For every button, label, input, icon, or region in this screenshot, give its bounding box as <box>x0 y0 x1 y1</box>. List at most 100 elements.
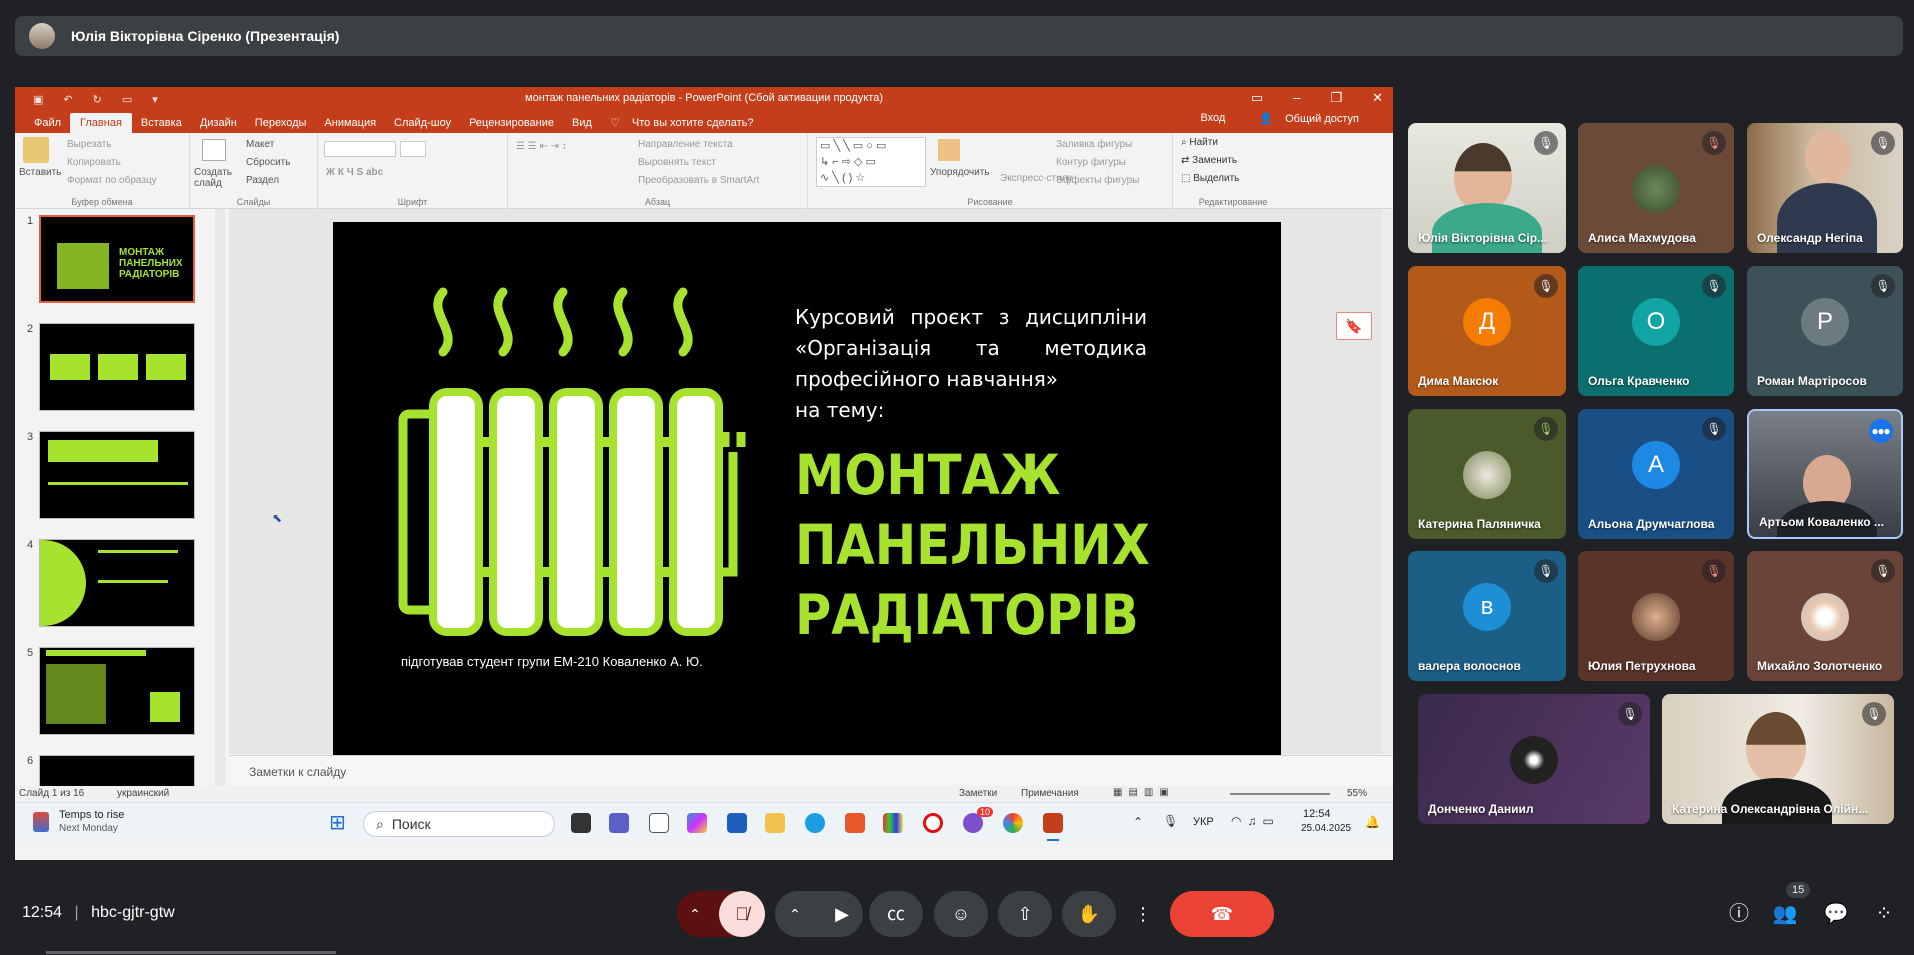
tab-view[interactable]: Вид <box>563 117 601 133</box>
minimize-icon[interactable]: – <box>1293 90 1300 106</box>
editor-scrollbar[interactable] <box>1381 209 1393 754</box>
bookmark-icon[interactable]: 🔖 <box>1336 312 1372 340</box>
participant-tile[interactable]: 🎙 Михайло Золотченко <box>1747 551 1903 681</box>
bold-icon[interactable]: Ж К Ч S abc <box>326 167 383 178</box>
taskbar-search[interactable]: ⌕ Поиск <box>363 811 555 837</box>
weather-title[interactable]: Temps to rise <box>59 809 124 821</box>
tray-mic-icon[interactable]: 🎙 <box>1163 814 1178 828</box>
tray-status-icons[interactable]: ◠♫▭ <box>1231 814 1280 828</box>
slide-thumb-3[interactable] <box>39 431 195 519</box>
smartart-button[interactable]: Преобразовать в SmartArt <box>638 175 759 186</box>
share-button[interactable]: 👤 Общий доступ <box>1250 112 1377 129</box>
chrome-icon[interactable] <box>1003 813 1023 833</box>
participant-tile[interactable]: 🎙 Юлия Петрухнова <box>1578 551 1734 681</box>
paste-button[interactable]: Вставить <box>19 167 61 178</box>
tray-date[interactable]: 25.04.2025 <box>1301 823 1351 834</box>
participant-tile[interactable]: 🎙 Катерина Паляничка <box>1408 409 1566 539</box>
ribbon-display-icon[interactable]: ▭ <box>1251 90 1263 106</box>
info-icon[interactable]: ⓘ <box>1725 900 1753 928</box>
tab-slideshow[interactable]: Слайд-шоу <box>385 117 460 133</box>
tab-animation[interactable]: Анимация <box>315 117 385 133</box>
camera-icon[interactable]: ▶ <box>835 891 849 937</box>
windows-start-icon[interactable]: ⊞ <box>329 813 351 835</box>
maximize-icon[interactable]: ❐ <box>1330 90 1342 106</box>
replace-button[interactable]: ⇄ Заменить <box>1181 155 1237 166</box>
notes-field[interactable]: Заметки к слайду <box>229 755 1393 785</box>
paste-icon[interactable] <box>23 137 49 163</box>
paint-icon[interactable] <box>883 813 903 833</box>
participant-tile[interactable]: Р 🎙 Роман Мартіросов <box>1747 266 1903 396</box>
section-button[interactable]: Раздел <box>246 175 279 186</box>
notes-toggle[interactable]: Заметки <box>959 788 997 799</box>
thumbs-scrollbar[interactable] <box>215 209 225 786</box>
arrange-button[interactable]: Упорядочить <box>930 167 990 178</box>
list-icons[interactable]: ☰ ☰ ⇤ ⇥ ↕ <box>516 141 567 152</box>
tray-time[interactable]: 12:54 <box>1303 808 1331 820</box>
camera-options-icon[interactable]: ⌃ <box>789 891 801 937</box>
font-name-field[interactable] <box>324 141 396 157</box>
store-icon[interactable] <box>727 813 747 833</box>
close-icon[interactable]: ✕ <box>1372 90 1383 106</box>
find-button[interactable]: ⌕ Найти <box>1181 137 1218 148</box>
language-status[interactable]: украинский <box>117 788 169 799</box>
people-icon[interactable]: 👥 <box>1771 900 1799 928</box>
slide-thumb-6[interactable] <box>39 755 195 786</box>
zoom-slider[interactable] <box>1230 793 1330 795</box>
mic-options-icon[interactable]: ⌃ <box>689 891 701 937</box>
cut-button[interactable]: Вырезать <box>67 139 111 150</box>
new-slide-icon[interactable] <box>202 139 226 161</box>
tab-design[interactable]: Дизайн <box>191 117 246 133</box>
end-call-icon[interactable]: ☎ <box>1170 891 1274 937</box>
activities-icon[interactable]: ⁘ <box>1870 900 1898 928</box>
participant-tile[interactable]: А 🎙 Альона Друмчаглова <box>1578 409 1734 539</box>
participant-tile[interactable]: 🎙 Донченко Даниил <box>1418 694 1650 824</box>
mic-off-icon[interactable]: 🎙̸ <box>719 891 765 937</box>
tab-file[interactable]: Файл <box>25 117 70 133</box>
shape-effects-button[interactable]: Эффекты фигуры <box>1056 175 1139 186</box>
copilot-icon[interactable] <box>687 813 707 833</box>
font-size-field[interactable] <box>400 141 426 157</box>
slide-thumb-4[interactable] <box>39 539 195 627</box>
select-button[interactable]: ⬚ Выделить <box>1181 173 1239 184</box>
sign-in-link[interactable]: Вход <box>1191 112 1234 129</box>
tray-language[interactable]: УКР <box>1193 816 1214 828</box>
opera-icon[interactable] <box>923 813 943 833</box>
shape-outline-button[interactable]: Контур фигуры <box>1056 157 1126 168</box>
shape-fill-button[interactable]: Заливка фигуры <box>1056 139 1132 150</box>
tray-chevron-icon[interactable]: ⌃ <box>1133 815 1143 829</box>
edge-icon[interactable] <box>805 813 825 833</box>
participant-tile[interactable]: Д 🎙 Дима Максюк <box>1408 266 1566 396</box>
shapes-gallery[interactable]: ▭ ╲ ╲ ▭ ○ ▭ ↳ ⌐ ⇨ ◇ ▭ ∿ ╲ ( ) ☆ <box>816 137 926 187</box>
tab-transitions[interactable]: Переходы <box>246 117 316 133</box>
copy-button[interactable]: Копировать <box>67 157 121 168</box>
notification-icon[interactable]: 🔔 <box>1365 815 1380 829</box>
slide-thumb-2[interactable] <box>39 323 195 411</box>
explorer-icon[interactable] <box>765 813 785 833</box>
teams-icon[interactable] <box>609 813 629 833</box>
participant-tile-speaking[interactable]: ⦁⦁⦁ Артьом Коваленко ... <box>1747 409 1903 539</box>
mic-control[interactable]: ⌃ 🎙̸ <box>677 891 765 937</box>
reset-button[interactable]: Сбросить <box>246 157 290 168</box>
emoji-icon[interactable]: ☺ <box>934 891 988 937</box>
participant-tile[interactable]: О 🎙 Ольга Кравченко <box>1578 266 1734 396</box>
comments-toggle[interactable]: Примечания <box>1021 788 1079 799</box>
view-buttons[interactable]: ▦▤▥▣ <box>1113 787 1175 798</box>
tab-review[interactable]: Рецензирование <box>460 117 563 133</box>
participant-tile[interactable]: 🎙 Алиса Махмудова <box>1578 123 1734 253</box>
present-icon[interactable]: ⇧ <box>998 891 1052 937</box>
camera-control[interactable]: ⌃ ▶ <box>775 891 863 937</box>
text-direction-button[interactable]: Направление текста <box>638 139 733 150</box>
weather-icon[interactable] <box>33 812 49 832</box>
format-painter-button[interactable]: Формат по образцу <box>67 175 157 186</box>
captions-icon[interactable]: ㏄ <box>869 891 923 937</box>
powerpoint-icon[interactable] <box>1043 813 1063 833</box>
tell-me-box[interactable]: ♡ Что вы хотите сделать? <box>601 116 772 133</box>
task-view-icon[interactable] <box>571 813 591 833</box>
arrange-icon[interactable] <box>938 139 960 161</box>
participant-tile[interactable]: в 🎙 валера волоснов <box>1408 551 1566 681</box>
participant-tile[interactable]: 🎙 Юлія Вікторівна Сір... <box>1408 123 1566 253</box>
chat-icon[interactable]: 💬 <box>1822 900 1850 928</box>
raise-hand-icon[interactable]: ✋ <box>1062 891 1116 937</box>
zoom-level[interactable]: 55% <box>1347 788 1367 799</box>
new-slide-button[interactable]: Создать слайд <box>194 167 238 189</box>
